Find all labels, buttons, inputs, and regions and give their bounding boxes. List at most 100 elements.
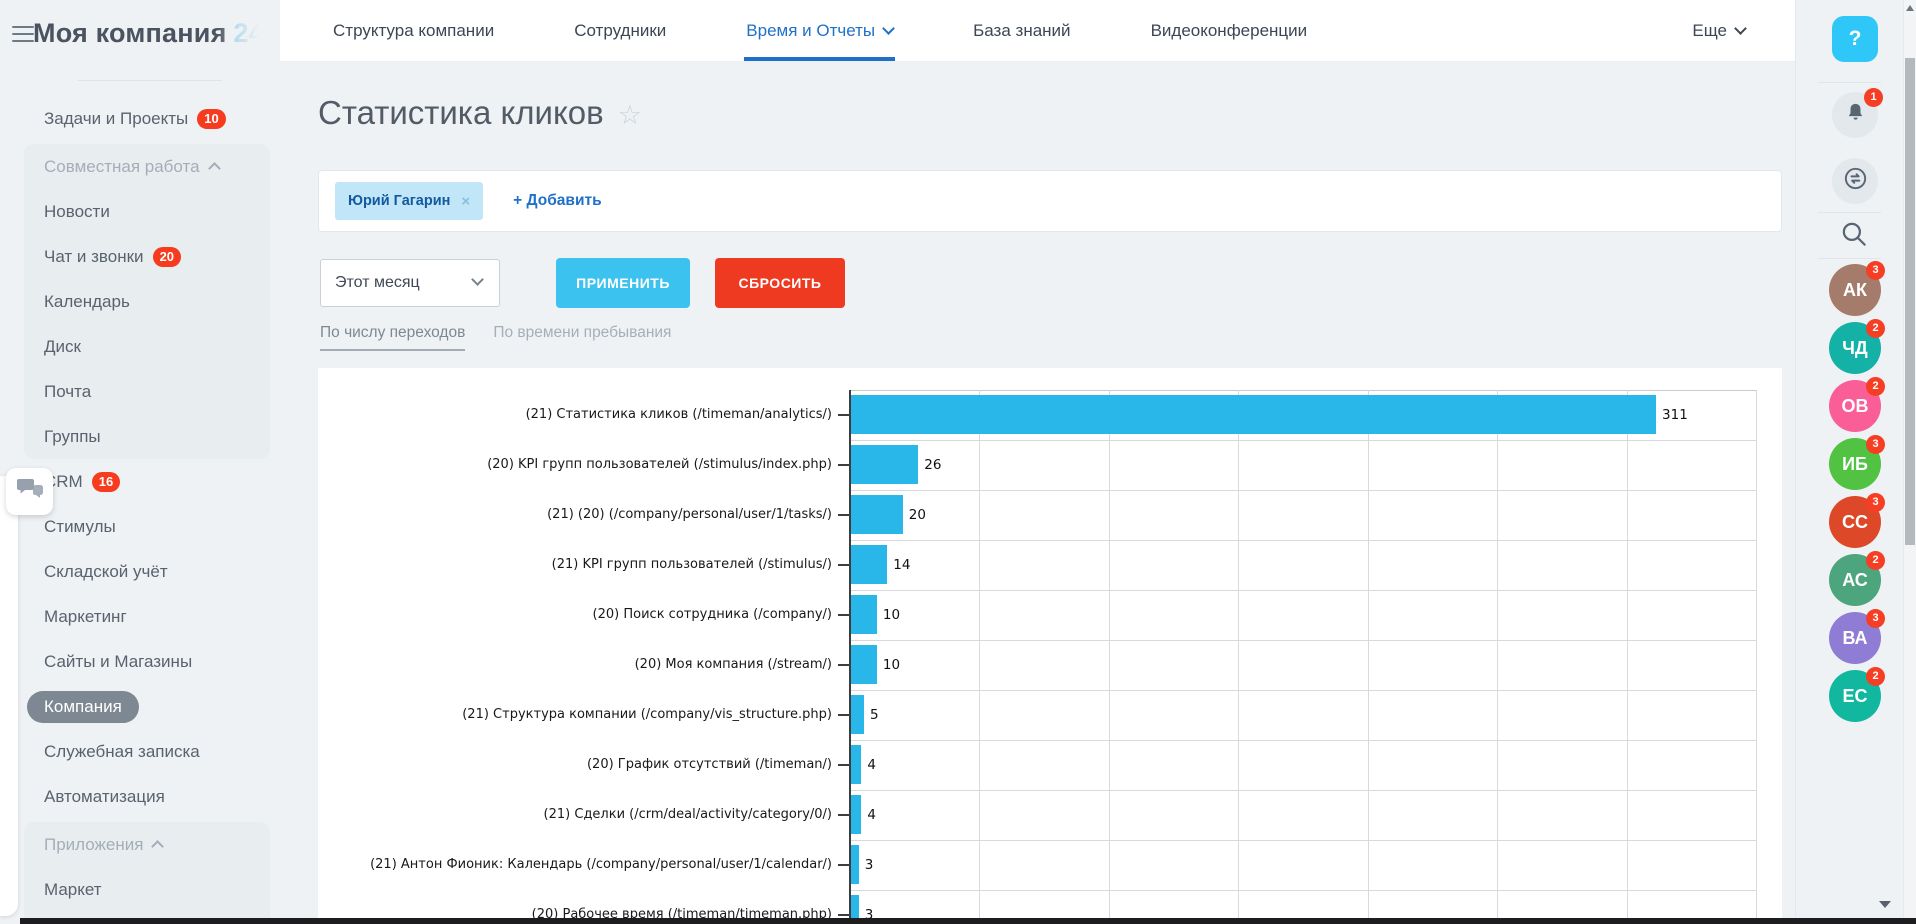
vertical-scrollbar[interactable] xyxy=(1903,0,1916,924)
avatar[interactable]: СС3 xyxy=(1829,496,1881,548)
scrollbar-thumb[interactable] xyxy=(1905,58,1915,545)
report-tabs: По числу переходов По времени пребывания xyxy=(320,324,671,351)
chart-gridline xyxy=(1109,390,1110,924)
top-nav-item[interactable]: Видеоконференции xyxy=(1151,0,1308,61)
chart-bar xyxy=(851,545,887,584)
chart-value-label: 20 xyxy=(909,490,926,540)
filter-add-button[interactable]: + Добавить xyxy=(513,192,601,210)
chart-category-label: (20) KPI групп пользователей (/stimulus/… xyxy=(318,440,832,490)
logo-fade xyxy=(216,18,271,49)
top-nav-item-label: Структура компании xyxy=(333,21,494,41)
sidebar-group: Совместная работа НовостиЧат и звонки20Ка… xyxy=(24,144,270,459)
sidebar-item[interactable]: Служебная записка xyxy=(0,729,280,774)
sidebar-item[interactable]: Почта xyxy=(24,369,270,414)
window-bottom-edge xyxy=(20,918,1916,924)
chart-tick xyxy=(838,464,851,466)
favorite-star-icon[interactable]: ☆ xyxy=(618,100,642,131)
page-title: Статистика кликов xyxy=(318,94,604,132)
period-select[interactable]: Этот месяц xyxy=(320,259,500,307)
remove-tag-icon[interactable]: × xyxy=(461,193,470,210)
bell-icon xyxy=(1844,101,1867,129)
sidebar-item[interactable]: Новости xyxy=(24,189,270,234)
chart-gridline xyxy=(851,540,1757,541)
counter-badge: 10 xyxy=(197,109,225,129)
avatar[interactable]: ЕС2 xyxy=(1829,670,1881,722)
sidebar-item-label: Служебная записка xyxy=(44,742,200,762)
filter-tag[interactable]: Юрий Гагарин × xyxy=(335,182,483,220)
top-nav-item[interactable]: Структура компании xyxy=(333,0,494,61)
filter-box[interactable]: Юрий Гагарин × + Добавить xyxy=(318,170,1782,232)
chart-value-label: 26 xyxy=(924,440,941,490)
search-button[interactable] xyxy=(1839,219,1869,249)
scroll-users-down-icon[interactable] xyxy=(1879,901,1891,908)
sidebar-item[interactable]: Диск xyxy=(24,324,270,369)
sidebar-group: ПриложенияМаркет xyxy=(24,822,270,924)
avatar-initials: ВА xyxy=(1842,628,1867,649)
chevron-down-icon xyxy=(882,22,895,35)
avatar-initials: ЧД xyxy=(1842,338,1867,359)
tab-by-time[interactable]: По времени пребывания xyxy=(493,324,671,351)
chart-border xyxy=(851,390,1757,391)
avatar-badge: 3 xyxy=(1866,609,1885,628)
chart-gridline xyxy=(1238,390,1239,924)
sidebar-group-label: Совместная работа xyxy=(44,157,200,177)
top-nav: Структура компании Сотрудники Время и Отче… xyxy=(280,0,1795,62)
sidebar-item[interactable]: Группы xyxy=(24,414,270,459)
sidebar-item[interactable]: Задачи и Проекты 10 xyxy=(0,96,280,141)
sidebar-item-selected-pill: Компания xyxy=(27,691,139,723)
sidebar-item[interactable]: Чат и звонки20 xyxy=(24,234,270,279)
chart-bar xyxy=(851,445,918,484)
sidebar-item-label: Сайты и Магазины xyxy=(44,652,192,672)
avatar[interactable]: АС2 xyxy=(1829,554,1881,606)
top-nav-more[interactable]: Еще xyxy=(1692,0,1745,61)
scrollbar-up-arrow[interactable] xyxy=(1906,5,1914,11)
avatar[interactable]: ВА3 xyxy=(1829,612,1881,664)
reset-button[interactable]: СБРОСИТЬ xyxy=(715,258,845,308)
sidebar-item[interactable]: Календарь xyxy=(24,279,270,324)
top-nav-item[interactable]: Время и Отчеты xyxy=(746,0,893,61)
logo-row: Моя компания24 xyxy=(0,0,280,80)
sidebar-item[interactable]: Маркетинг xyxy=(0,594,280,639)
help-button[interactable]: ? xyxy=(1832,16,1878,62)
chart-gridline xyxy=(1368,390,1369,924)
collapsed-chat-panel[interactable] xyxy=(0,476,18,916)
sidebar-item[interactable]: Компания xyxy=(0,684,280,729)
top-nav-item[interactable]: База знаний xyxy=(973,0,1070,61)
sidebar-item[interactable]: Маркет xyxy=(24,867,270,912)
sidebar-group-header[interactable]: Приложения xyxy=(24,822,270,867)
chart-category-label: (20) График отсутствий (/timeman/) xyxy=(318,740,832,790)
top-nav-item-label: База знаний xyxy=(973,21,1070,41)
chart-value-label: 5 xyxy=(870,690,879,740)
sidebar-item[interactable]: Сайты и Магазины xyxy=(0,639,280,684)
top-nav-item[interactable]: Сотрудники xyxy=(574,0,666,61)
sidebar-item-label: Задачи и Проекты xyxy=(44,109,188,129)
avatar[interactable]: ИБ3 xyxy=(1829,438,1881,490)
filter-tag-label: Юрий Гагарин xyxy=(348,193,450,209)
sidebar-item-label: Диск xyxy=(44,337,81,357)
logo-title: Моя компания xyxy=(33,18,227,48)
messenger-button[interactable] xyxy=(1832,158,1878,204)
sidebar-item[interactable]: Автоматизация xyxy=(0,774,280,819)
company-logo[interactable]: Моя компания24 xyxy=(33,18,271,49)
avatar-initials: АК xyxy=(1843,280,1867,301)
chart-value-label: 3 xyxy=(865,840,874,890)
apply-button[interactable]: ПРИМЕНИТЬ xyxy=(556,258,690,308)
chevron-down-icon xyxy=(471,273,484,286)
chart-bar xyxy=(851,645,877,684)
tab-by-clicks[interactable]: По числу переходов xyxy=(320,324,465,351)
avatar-badge: 3 xyxy=(1866,435,1885,454)
avatar-initials: ИБ xyxy=(1842,454,1868,475)
chart-gridline xyxy=(851,740,1757,741)
hamburger-menu-icon[interactable] xyxy=(12,26,34,42)
chart-gridline xyxy=(1627,390,1628,924)
notifications-badge: 1 xyxy=(1864,88,1883,107)
avatar[interactable]: ЧД2 xyxy=(1829,322,1881,374)
chat-fab-button[interactable] xyxy=(6,468,53,515)
sidebar-item[interactable]: Складской учёт xyxy=(0,549,280,594)
avatar[interactable]: АК3 xyxy=(1829,264,1881,316)
sidebar-group-header[interactable]: Совместная работа xyxy=(24,144,270,189)
chart-category-label: (21) (20) (/company/personal/user/1/task… xyxy=(318,490,832,540)
avatar[interactable]: ОВ2 xyxy=(1829,380,1881,432)
sidebar-item-label: Почта xyxy=(44,382,91,402)
chart-category-label: (21) Статистика кликов (/timeman/analyti… xyxy=(318,390,832,440)
